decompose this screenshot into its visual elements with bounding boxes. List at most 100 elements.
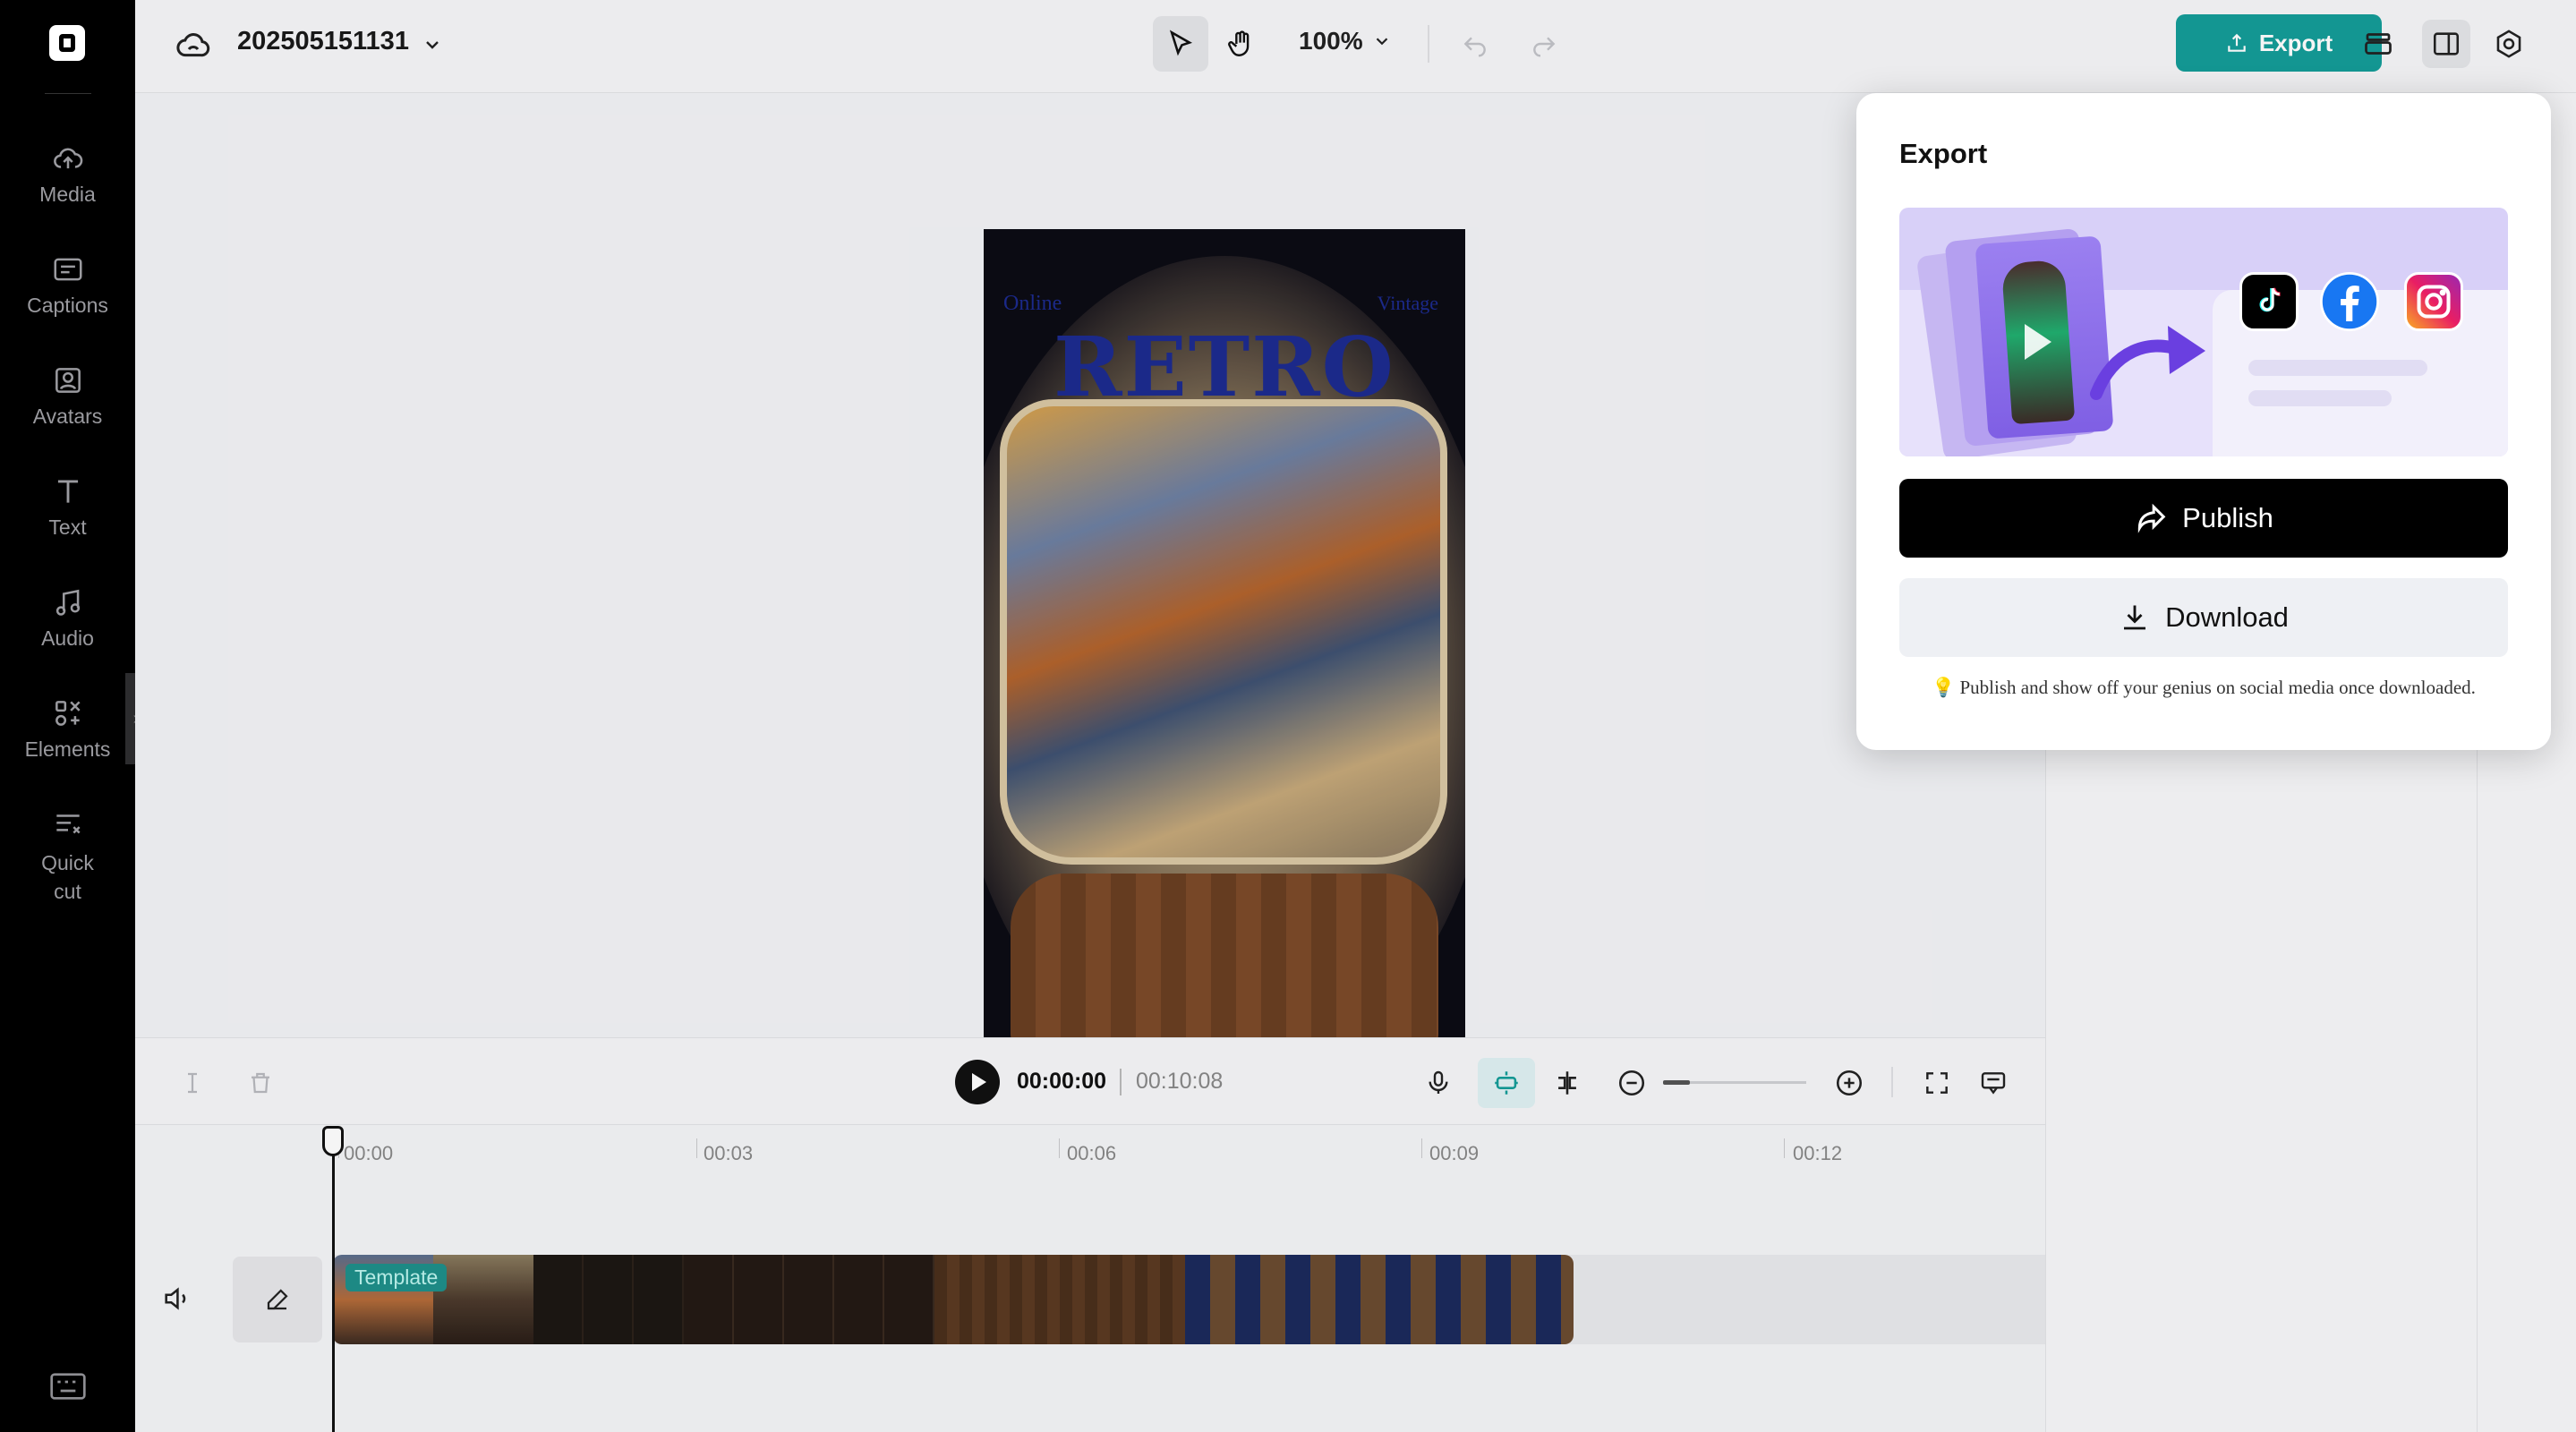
comment-button[interactable] [1975, 1065, 2011, 1101]
chevron-down-icon[interactable] [422, 34, 443, 55]
track-edit-button[interactable] [233, 1257, 322, 1342]
export-hint: 💡 Publish and show off your genius on so… [1932, 677, 2476, 698]
track-mute-button[interactable] [161, 1283, 197, 1316]
export-label: Export [2258, 29, 2333, 56]
sidebar-item-quick-cut[interactable]: Quick cut [0, 807, 135, 906]
captions-icon [53, 258, 82, 281]
canvas-area[interactable]: Online Vintage RETRO [135, 93, 2045, 1085]
ruler-tick [1784, 1138, 1785, 1158]
keyboard-icon [50, 1373, 86, 1400]
zoom-value: 100% [1299, 27, 1363, 55]
magnet-snap-button[interactable] [1478, 1058, 1535, 1108]
sidebar-item-text[interactable]: Text [0, 474, 135, 540]
redo-icon [1533, 37, 1556, 57]
settings-button[interactable] [2485, 20, 2533, 68]
split-button[interactable] [175, 1065, 210, 1101]
comment-icon [1981, 1072, 2006, 1095]
project-name[interactable]: 202505151131 [237, 27, 409, 56]
clip-thumbnail [433, 1255, 533, 1344]
arrow-icon [2090, 326, 2205, 400]
pencil-icon [267, 1289, 288, 1310]
zoom-in-button[interactable] [1831, 1065, 1867, 1101]
current-time: 00:00:00 [1017, 1069, 1107, 1094]
ruler-label: 00:03 [704, 1142, 754, 1164]
microphone-icon [1429, 1070, 1448, 1094]
share-icon [2137, 503, 2166, 533]
divider [1428, 25, 1429, 63]
select-tool-button[interactable] [1153, 16, 1208, 72]
keyboard-shortcuts-button[interactable] [50, 1373, 86, 1400]
hand-icon [1228, 30, 1250, 56]
download-button[interactable]: Download [1899, 578, 2508, 657]
ruler-tick [1059, 1138, 1060, 1158]
instagram-icon [2404, 272, 2463, 331]
video-preview[interactable]: Online Vintage RETRO [984, 229, 1465, 1085]
split-icon [188, 1072, 197, 1094]
zoom-out-button[interactable] [1614, 1065, 1650, 1101]
top-bar: 202505151131 100% Export [135, 0, 2576, 93]
elements-icon [55, 701, 81, 726]
redo-button[interactable] [1516, 16, 1572, 72]
fullscreen-icon [1926, 1072, 1948, 1094]
clip-thumbnail [533, 1255, 684, 1344]
sidebar-item-label: Elements [24, 737, 111, 761]
sidebar-item-media[interactable]: Media [0, 141, 135, 207]
promo-illustration [1899, 208, 2508, 456]
sidebar-item-label: Media [39, 183, 96, 206]
timeline-toolbar: 00:00:00 00:10:08 [135, 1037, 2045, 1125]
ruler-label: 00:00 [344, 1142, 394, 1164]
music-note-icon [55, 589, 80, 616]
play-icon [2025, 324, 2051, 360]
hand-tool-button[interactable] [1214, 16, 1269, 72]
split-screen-button[interactable] [1549, 1065, 1585, 1101]
sidebar-item-label: Text [48, 516, 87, 539]
zoom-dropdown[interactable]: 100% [1299, 27, 1392, 55]
tiktok-icon [2239, 272, 2299, 331]
export-popup: Export Publish Download 💡 Publish and sh… [1856, 93, 2551, 750]
upload-icon [2228, 33, 2246, 52]
video-clip[interactable] [333, 1255, 1574, 1344]
playhead-handle[interactable] [322, 1126, 344, 1156]
split-panel-icon [2433, 32, 2460, 55]
gear-icon [2496, 30, 2521, 58]
clip-thumbnail [1185, 1255, 1574, 1344]
play-button[interactable] [955, 1060, 1000, 1104]
playhead[interactable] [332, 1128, 335, 1432]
clip-thumbnail [684, 1255, 934, 1344]
preview-wood-panel [1011, 874, 1438, 1053]
left-sidebar: Media Captions Avatars Text Audio Elemen… [0, 0, 135, 1432]
cloud-sync-icon[interactable] [175, 27, 211, 63]
divider [1891, 1067, 1893, 1097]
app-logo[interactable] [49, 25, 85, 61]
facebook-icon [2320, 272, 2379, 331]
publish-button[interactable]: Publish [1899, 479, 2508, 558]
trash-icon [252, 1072, 269, 1094]
sidebar-item-label: Audio [41, 626, 94, 650]
divider [1120, 1069, 1122, 1095]
timeline-zoom-slider[interactable] [1663, 1080, 1806, 1085]
avatar-icon [55, 368, 81, 393]
export-button[interactable]: Export [2176, 14, 2382, 72]
undo-button[interactable] [1447, 16, 1503, 72]
sidebar-item-elements[interactable]: Elements [0, 696, 135, 762]
divider [45, 93, 91, 94]
sidebar-item-avatars[interactable]: Avatars [0, 363, 135, 429]
total-duration: 00:10:08 [1136, 1069, 1224, 1094]
cursor-icon [1169, 30, 1193, 56]
record-voice-button[interactable] [1420, 1065, 1456, 1101]
download-icon [2124, 605, 2146, 630]
publish-label: Publish [2182, 502, 2273, 533]
sidebar-item-audio[interactable]: Audio [0, 585, 135, 651]
fullscreen-button[interactable] [1919, 1065, 1955, 1101]
undo-icon [1463, 37, 1486, 57]
clip-thumbnail [934, 1255, 1185, 1344]
snap-icon [1495, 1071, 1518, 1095]
delete-button[interactable] [243, 1065, 278, 1101]
preview-tag-right: Vintage [1377, 292, 1438, 314]
layers-button[interactable] [2354, 20, 2402, 68]
promo-line [2248, 360, 2427, 376]
sidebar-item-captions[interactable]: Captions [0, 252, 135, 318]
panel-toggle-button[interactable] [2422, 20, 2470, 68]
preview-photo [1000, 399, 1447, 865]
download-label: Download [2165, 601, 2289, 633]
